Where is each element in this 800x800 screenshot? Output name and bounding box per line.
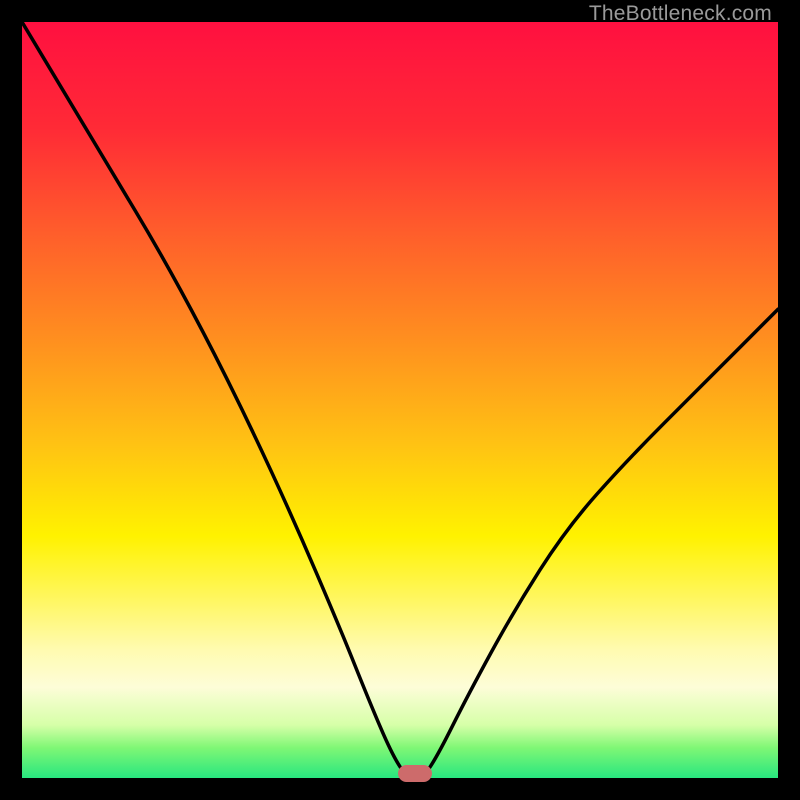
bottleneck-curve xyxy=(22,22,778,778)
plot-area xyxy=(22,22,778,778)
watermark-text: TheBottleneck.com xyxy=(589,2,772,26)
minimum-marker xyxy=(398,765,432,782)
chart-frame: TheBottleneck.com xyxy=(0,0,800,800)
